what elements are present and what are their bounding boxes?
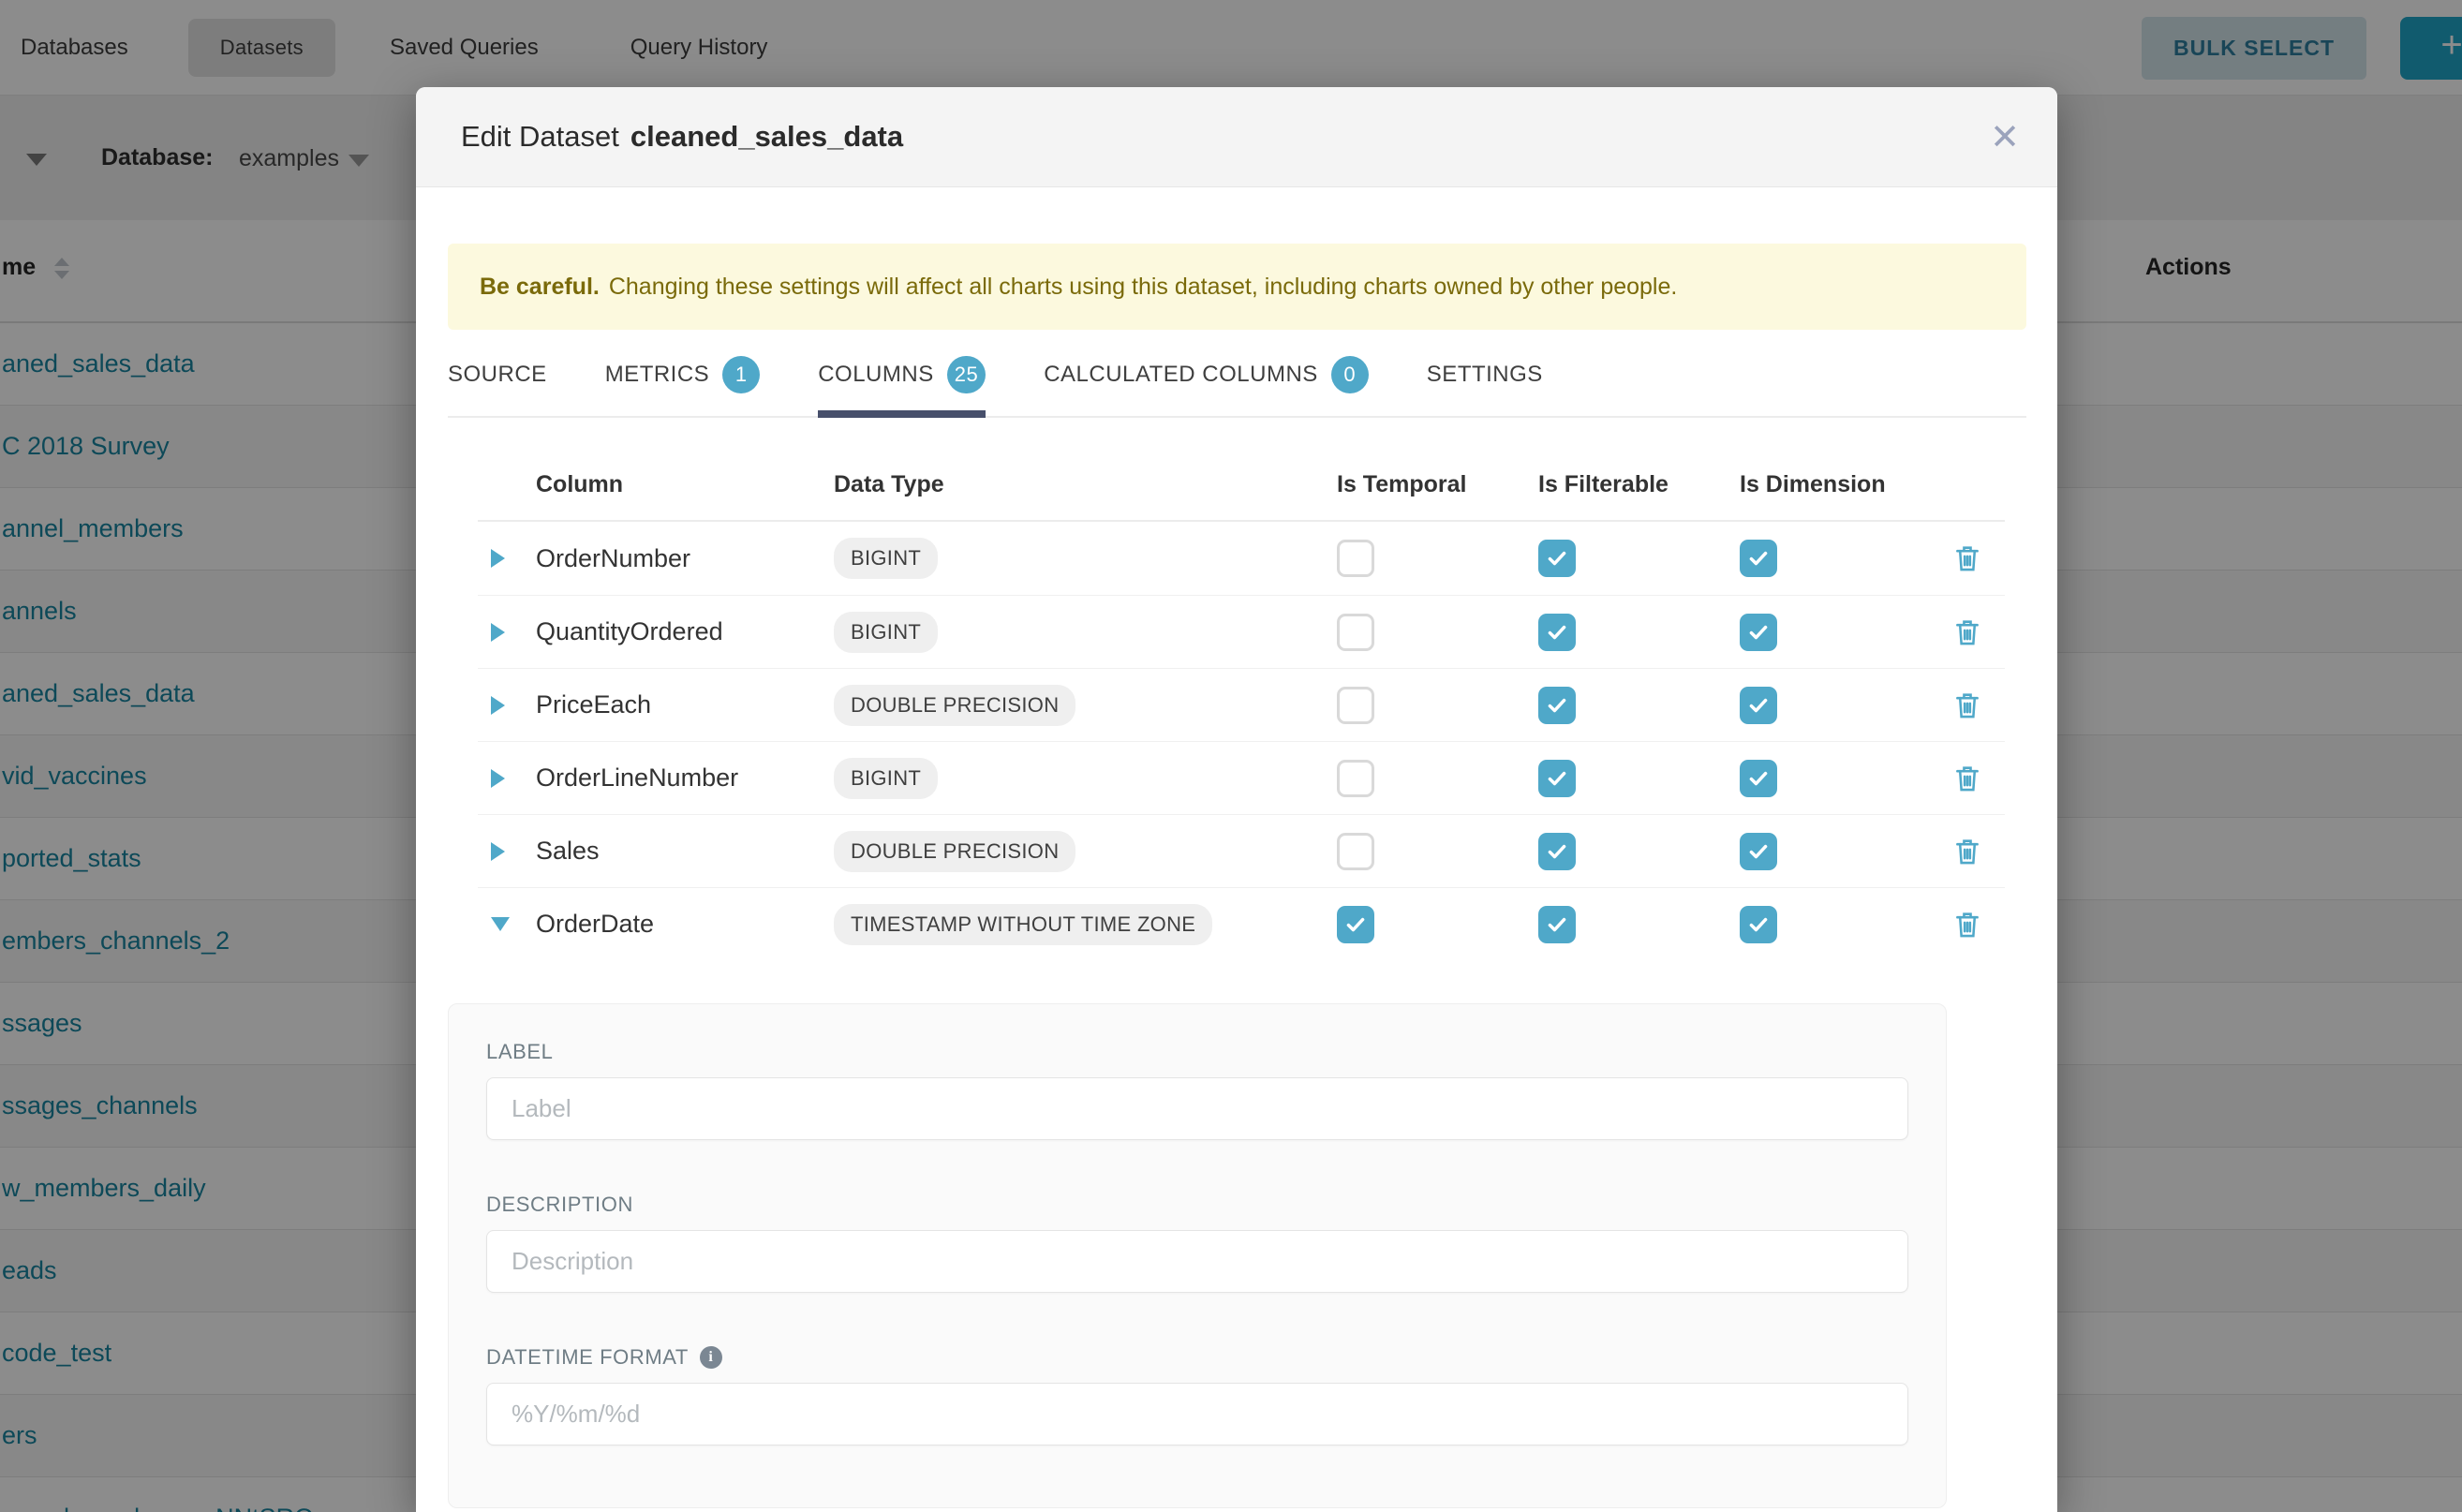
header-is-dimension: Is Dimension [1728, 471, 1930, 498]
tab-badge: 1 [722, 356, 760, 393]
delete-column-button[interactable] [1951, 616, 1983, 648]
tab-label: CALCULATED COLUMNS [1044, 362, 1318, 388]
column-name: QuantityOrdered [536, 617, 723, 645]
info-icon[interactable]: i [700, 1346, 722, 1369]
is-filterable-checkbox[interactable] [1538, 687, 1576, 724]
columns-table: Column Data Type Is Temporal Is Filterab… [478, 449, 2005, 960]
description-input[interactable] [486, 1230, 1908, 1293]
expand-caret-icon[interactable] [491, 623, 505, 642]
is-filterable-checkbox[interactable] [1538, 760, 1576, 797]
modal-title: Edit Dataset cleaned_sales_data [461, 120, 903, 154]
column-detail-panel: LABEL DESCRIPTION DATETIME FORMAT i [448, 1003, 1947, 1508]
delete-column-button[interactable] [1951, 909, 1983, 941]
collapse-caret-icon[interactable] [491, 917, 510, 931]
description-field-group: DESCRIPTION [486, 1193, 1908, 1293]
column-row: OrderNumber BIGINT [478, 522, 2005, 595]
description-field-label: DESCRIPTION [486, 1193, 1908, 1217]
is-temporal-checkbox[interactable] [1337, 687, 1374, 724]
label-input[interactable] [486, 1077, 1908, 1140]
is-filterable-checkbox[interactable] [1538, 833, 1576, 870]
tab-label: METRICS [605, 362, 710, 388]
columns-table-header: Column Data Type Is Temporal Is Filterab… [478, 449, 2005, 522]
tab-metrics[interactable]: METRICS 1 [605, 356, 761, 416]
label-field-label: LABEL [486, 1040, 1908, 1064]
tab-calculated-columns[interactable]: CALCULATED COLUMNS 0 [1044, 356, 1369, 416]
is-temporal-checkbox[interactable] [1337, 760, 1374, 797]
data-type-pill: BIGINT [834, 538, 938, 579]
is-dimension-checkbox[interactable] [1740, 540, 1777, 577]
column-row: OrderLineNumber BIGINT [478, 741, 2005, 814]
is-filterable-checkbox[interactable] [1538, 540, 1576, 577]
tab-badge: 25 [947, 356, 986, 393]
column-row: OrderDate TIMESTAMP WITHOUT TIME ZONE [478, 887, 2005, 960]
edit-dataset-modal: Edit Dataset cleaned_sales_data ✕ Be care… [416, 87, 2057, 1512]
column-name: OrderDate [536, 910, 654, 938]
header-data-type: Data Type [834, 471, 1326, 498]
is-temporal-checkbox[interactable] [1337, 833, 1374, 870]
delete-column-button[interactable] [1951, 689, 1983, 721]
expand-caret-icon[interactable] [491, 696, 505, 715]
columns-rows: OrderNumber BIGINT QuantityOrdered BIGINT Pr… [478, 522, 2005, 960]
delete-column-button[interactable] [1951, 542, 1983, 574]
datetime-format-input[interactable] [486, 1383, 1908, 1445]
warning-bold: Be careful. [480, 274, 600, 301]
tab-label: SETTINGS [1427, 362, 1543, 388]
column-row: Sales DOUBLE PRECISION [478, 814, 2005, 887]
data-type-pill: BIGINT [834, 612, 938, 653]
column-row: QuantityOrdered BIGINT [478, 595, 2005, 668]
modal-title-prefix: Edit Dataset [461, 120, 619, 153]
data-type-pill: TIMESTAMP WITHOUT TIME ZONE [834, 904, 1212, 945]
column-name: OrderLineNumber [536, 763, 738, 792]
expand-caret-icon[interactable] [491, 549, 505, 568]
tab-settings[interactable]: SETTINGS [1427, 356, 1543, 416]
warning-text: Changing these settings will affect all … [609, 274, 1678, 301]
data-type-pill: DOUBLE PRECISION [834, 831, 1075, 872]
is-temporal-checkbox[interactable] [1337, 540, 1374, 577]
is-temporal-checkbox[interactable] [1337, 614, 1374, 651]
header-is-temporal: Is Temporal [1326, 471, 1527, 498]
modal-tabs: SOURCE METRICS 1 COLUMNS 25 CALCULATED COLUMN… [448, 356, 2026, 418]
modal-header: Edit Dataset cleaned_sales_data ✕ [416, 87, 2057, 187]
tab-source[interactable]: SOURCE [448, 356, 547, 416]
is-dimension-checkbox[interactable] [1740, 760, 1777, 797]
expand-caret-icon[interactable] [491, 769, 505, 788]
is-dimension-checkbox[interactable] [1740, 687, 1777, 724]
is-filterable-checkbox[interactable] [1538, 906, 1576, 943]
warning-banner: Be careful. Changing these settings will… [448, 244, 2026, 330]
column-name: OrderNumber [536, 544, 690, 572]
is-dimension-checkbox[interactable] [1740, 614, 1777, 651]
is-filterable-checkbox[interactable] [1538, 614, 1576, 651]
column-name: Sales [536, 837, 600, 865]
column-name: PriceEach [536, 690, 651, 719]
expand-caret-icon[interactable] [491, 842, 505, 861]
datetime-format-field-group: DATETIME FORMAT i [486, 1345, 1908, 1445]
data-type-pill: BIGINT [834, 758, 938, 799]
header-is-filterable: Is Filterable [1527, 471, 1728, 498]
tab-badge: 0 [1331, 356, 1369, 393]
header-column: Column [536, 471, 834, 498]
is-dimension-checkbox[interactable] [1740, 833, 1777, 870]
delete-column-button[interactable] [1951, 836, 1983, 867]
label-field-group: LABEL [486, 1040, 1908, 1140]
column-row: PriceEach DOUBLE PRECISION [478, 668, 2005, 741]
datetime-format-field-label: DATETIME FORMAT i [486, 1345, 1908, 1370]
delete-column-button[interactable] [1951, 763, 1983, 794]
tab-label: SOURCE [448, 362, 547, 388]
close-icon[interactable]: ✕ [1990, 87, 2020, 187]
tab-columns[interactable]: COLUMNS 25 [818, 356, 986, 416]
modal-body: Be careful. Changing these settings will… [416, 244, 2057, 1508]
is-dimension-checkbox[interactable] [1740, 906, 1777, 943]
modal-dataset-name: cleaned_sales_data [630, 120, 903, 153]
tab-label: COLUMNS [818, 362, 934, 388]
is-temporal-checkbox[interactable] [1337, 906, 1374, 943]
data-type-pill: DOUBLE PRECISION [834, 685, 1075, 726]
page: Databases Datasets Saved Queries Query H… [0, 0, 2462, 1512]
